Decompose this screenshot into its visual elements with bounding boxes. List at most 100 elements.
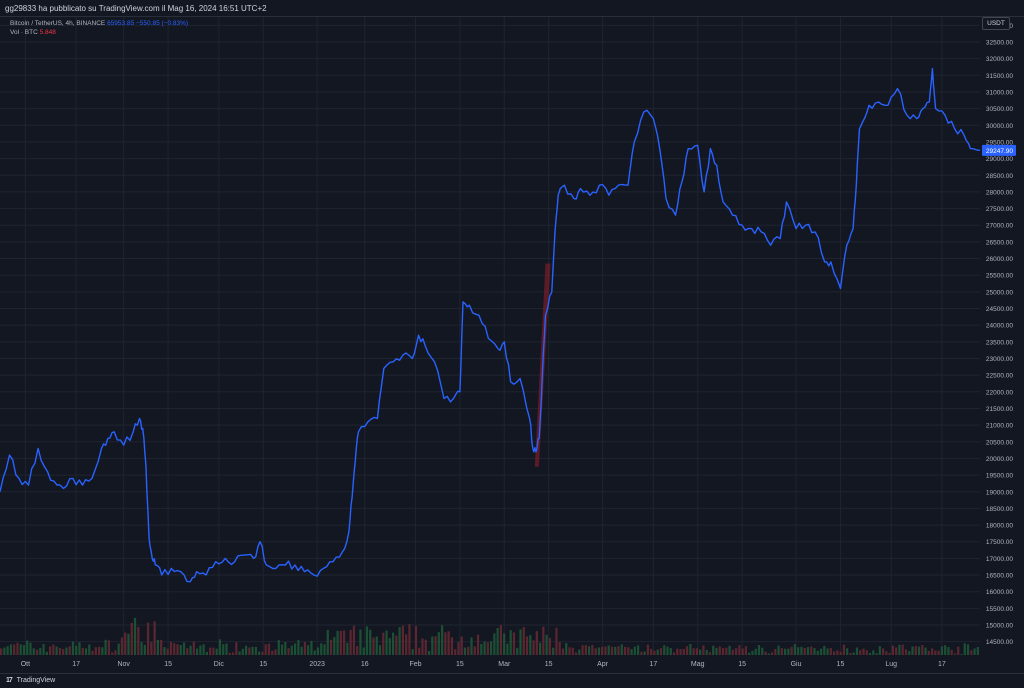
volume-bar <box>970 650 973 655</box>
x-tick-label: 15 <box>259 661 267 668</box>
volume-bar <box>610 646 614 655</box>
footer-brand: TradingView <box>16 677 56 684</box>
grid-layer <box>0 17 980 655</box>
volume-bar <box>565 643 568 655</box>
currency-badge[interactable]: USDT <box>982 17 1010 30</box>
volume-bar <box>160 639 163 655</box>
volume-bar <box>65 647 68 655</box>
volume-bar <box>421 638 424 655</box>
volume-bar <box>104 639 107 655</box>
volume-bar <box>663 645 666 655</box>
volume-bar <box>512 632 516 655</box>
volume-bar <box>179 644 182 655</box>
volume-bar <box>385 630 388 655</box>
volume-bar <box>973 648 976 655</box>
volume-bar <box>101 647 104 655</box>
y-tick-label: 25000.00 <box>986 289 1013 296</box>
legend-volume-row[interactable]: Vol · BTC 5.848 <box>10 28 188 37</box>
volume-bar <box>558 641 561 655</box>
volume-bar <box>127 633 130 655</box>
y-tick-label: 30000.00 <box>986 123 1013 130</box>
volume-bar <box>718 646 721 655</box>
chart-area[interactable]: 14500.00 15000.00 15500.00 16000.00 16500.00… <box>0 17 1024 673</box>
volume-bar <box>297 640 300 655</box>
volume-bar <box>950 649 953 655</box>
tradingview-logo-icon[interactable]: 17 <box>6 677 13 684</box>
volume-bar <box>111 652 114 655</box>
volume-bar <box>963 643 966 655</box>
y-tick-label: 27500.00 <box>986 206 1013 213</box>
volume-bar <box>176 644 179 655</box>
volume-bar <box>868 653 872 655</box>
volume-layer <box>0 617 979 655</box>
volume-bar <box>408 624 411 655</box>
volume-bar <box>411 649 414 655</box>
volume-bar <box>953 653 957 655</box>
volume-bar <box>55 646 58 655</box>
volume-bar <box>496 628 499 655</box>
x-tick-label: 15 <box>456 661 464 668</box>
volume-bar <box>597 647 600 655</box>
volume-bar <box>702 645 705 655</box>
volume-bar <box>486 642 489 655</box>
x-axis[interactable]: Ott 17 Nov 15 Dic 15 2023 16 Feb 15 Mar 15 Apr 17 Mag 1… <box>21 661 946 668</box>
y-tick-label: 30500.00 <box>986 106 1013 113</box>
y-axis[interactable]: 14500.00 15000.00 15500.00 16000.00 16500.00… <box>982 23 1016 646</box>
volume-bar <box>604 646 607 655</box>
volume-bar <box>19 644 22 655</box>
volume-bar <box>388 638 391 655</box>
volume-bar <box>352 625 355 655</box>
volume-bar <box>431 636 434 655</box>
volume-bar <box>150 641 153 655</box>
y-tick-label: 18000.00 <box>986 523 1013 530</box>
y-tick-label: 22000.00 <box>986 389 1013 396</box>
y-tick-label: 20000.00 <box>986 456 1013 463</box>
x-tick-label: 17 <box>938 661 946 668</box>
y-tick-label: 28500.00 <box>986 173 1013 180</box>
volume-bar <box>369 629 372 655</box>
price-chart[interactable]: 14500.00 15000.00 15500.00 16000.00 16500.00… <box>0 17 1024 673</box>
volume-bar <box>362 647 365 655</box>
volume-bar <box>545 634 548 655</box>
legend-symbol-row[interactable]: Bitcoin / TetherUS, 4h, BINANCE 65953.85… <box>10 19 188 28</box>
y-tick-label: 20500.00 <box>986 439 1013 446</box>
volume-bar <box>584 645 587 655</box>
volume-bar <box>153 621 156 655</box>
volume-bar <box>398 627 401 655</box>
volume-bar <box>326 630 329 655</box>
volume-bar <box>45 651 48 655</box>
volume-bar <box>336 630 339 655</box>
volume-bar <box>852 652 855 655</box>
volume-bar <box>117 643 120 655</box>
volume-bar <box>542 626 545 655</box>
volume-bar <box>441 625 444 655</box>
y-tick-label: 19000.00 <box>986 489 1013 496</box>
volume-bar <box>813 648 816 655</box>
volume-bar <box>437 632 440 655</box>
volume-bar <box>192 641 195 655</box>
volume-bar <box>855 647 859 655</box>
volume-bar <box>735 648 738 655</box>
volume-bar <box>568 647 571 655</box>
volume-bar <box>829 648 832 655</box>
volume-bar <box>133 617 137 655</box>
volume-bar <box>924 647 927 655</box>
volume-bar <box>375 636 378 655</box>
volume-bar <box>78 642 81 655</box>
volume-bar <box>509 630 512 655</box>
volume-bar <box>447 631 450 655</box>
volume-bar <box>196 648 199 655</box>
volume-bar <box>333 637 336 655</box>
volume-bar <box>712 645 715 655</box>
y-tick-label: 15000.00 <box>986 623 1013 630</box>
volume-bar <box>274 649 277 655</box>
volume-bar <box>0 648 3 655</box>
volume-bar <box>689 643 692 655</box>
volume-bar <box>944 645 947 655</box>
volume-bar <box>460 636 463 655</box>
x-tick-label: 17 <box>649 661 657 668</box>
volume-bar <box>235 642 238 655</box>
volume-bar <box>143 644 146 655</box>
volume-bar <box>686 646 689 655</box>
x-tick-label: 2023 <box>309 661 325 668</box>
